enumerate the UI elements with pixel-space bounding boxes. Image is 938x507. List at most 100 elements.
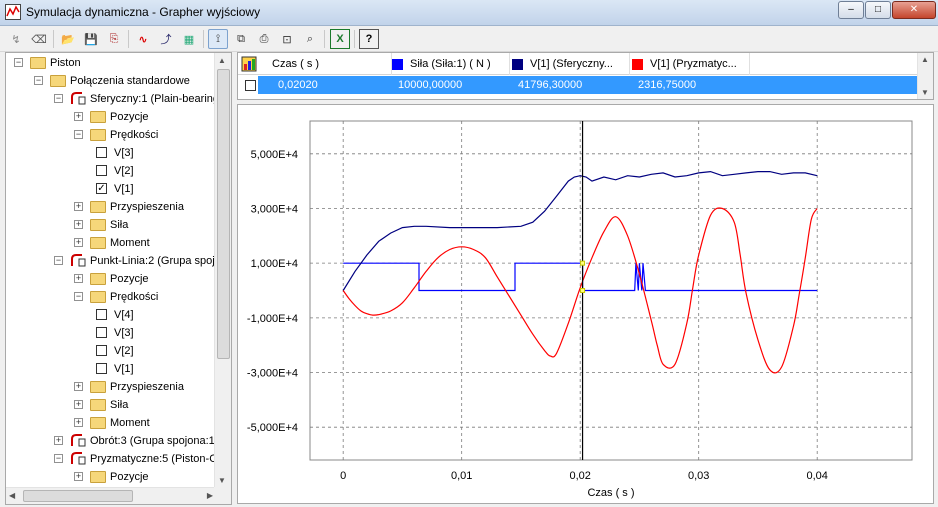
tree-check-item[interactable]: ✓ V[1] [6, 180, 214, 198]
scroll-left-icon[interactable]: ◀ [9, 491, 15, 500]
tree-hscroll-thumb[interactable] [23, 490, 133, 502]
help-icon[interactable]: ? [359, 29, 379, 49]
zoom-icon[interactable]: ⌕ [300, 29, 320, 49]
table-row[interactable]: 0,02020 10000,00000 41796,30000 2316,750… [258, 76, 918, 94]
tree-item[interactable]: + Siła [6, 216, 214, 234]
tree-item[interactable]: − Pryzmatyczne:5 (Piston-C [6, 450, 217, 468]
maximize-button[interactable]: □ [865, 1, 891, 19]
tree-item[interactable]: + Obrót:3 (Grupa spojona:1 [6, 432, 215, 450]
tree-item[interactable]: + Przyspieszenia [6, 198, 214, 216]
scroll-down-icon[interactable]: ▼ [921, 88, 929, 97]
copy-icon[interactable]: ⧉ [231, 29, 251, 49]
expand-icon[interactable]: + [74, 382, 83, 391]
tree-item[interactable]: + Moment [6, 234, 214, 252]
collapse-icon[interactable]: − [54, 454, 63, 463]
column-config-icon[interactable] [241, 56, 257, 72]
folder-icon [90, 471, 106, 483]
expand-icon[interactable]: + [74, 220, 83, 229]
tree-item[interactable]: + Siła [6, 396, 214, 414]
tree-checkbox[interactable] [96, 345, 107, 356]
tree-item[interactable]: + Przyspieszenia [6, 378, 214, 396]
tree-item[interactable]: − Sferyczny:1 (Plain-bearing [6, 90, 219, 108]
tree-checkbox[interactable] [96, 309, 107, 320]
expand-icon[interactable]: + [74, 274, 83, 283]
curve-icon[interactable]: ∿ [133, 29, 153, 49]
joint-icon [71, 434, 86, 447]
expand-icon[interactable]: + [74, 112, 83, 121]
tree-check-item[interactable]: V[4] [6, 306, 214, 324]
tree-item-label: Siła [110, 399, 129, 411]
column-header-force[interactable]: Siła (Siła:1) ( N ) [392, 53, 510, 75]
x-tick-label: 0,02 [569, 470, 590, 482]
table-vertical-scrollbar[interactable]: ▲ ▼ [917, 53, 933, 99]
minimize-button[interactable]: – [838, 1, 864, 19]
tree-checkbox[interactable] [96, 363, 107, 374]
tree-checkbox[interactable] [96, 165, 107, 176]
column-header-v1-prismatic[interactable]: V[1] (Pryzmatyc... [630, 53, 750, 75]
zoom-fit-icon[interactable]: ⊡ [277, 29, 297, 49]
tree-checkbox[interactable] [96, 147, 107, 158]
results-tree[interactable]: + Pozycje − Pryzmatyczne:5 (Piston-C + Obrót:… [5, 52, 232, 505]
eraser-icon[interactable]: ⌫ [29, 29, 49, 49]
expand-icon[interactable]: + [74, 418, 83, 427]
column-header-v1-spherical[interactable]: V[1] (Sferyczny... [510, 53, 630, 75]
tree-item[interactable]: + Moment [6, 414, 214, 432]
row-checkbox[interactable] [245, 80, 256, 91]
tree-item[interactable]: − Połączenia standardowe [6, 72, 214, 90]
excel-icon[interactable]: X [330, 29, 350, 49]
cursor-icon[interactable]: ⟟ [208, 29, 228, 49]
open-folder-icon[interactable]: 📂 [58, 29, 78, 49]
tree-item[interactable]: + Pozycje [6, 108, 214, 126]
tool-a-icon[interactable]: ↯ [6, 29, 26, 49]
close-button[interactable]: ✕ [892, 1, 936, 19]
tree-vertical-scrollbar[interactable]: ▲ ▼ [214, 53, 231, 487]
column-label: V[1] (Pryzmatyc... [650, 58, 737, 70]
collapse-icon[interactable]: − [74, 292, 83, 301]
collapse-icon[interactable]: − [34, 76, 43, 85]
collapse-icon[interactable]: − [54, 256, 63, 265]
tree-item-label: V[2] [114, 345, 134, 357]
collapse-icon[interactable]: − [54, 94, 63, 103]
expand-icon[interactable]: + [74, 202, 83, 211]
tree-check-item[interactable]: V[1] [6, 360, 214, 378]
cursor-marker [580, 260, 586, 266]
x-tick-label: 0,04 [806, 470, 827, 482]
add-curve-icon[interactable]: ⤴ [156, 29, 176, 49]
collapse-icon[interactable]: − [14, 58, 23, 67]
tree-checkbox[interactable]: ✓ [96, 183, 107, 194]
save-icon[interactable]: 💾 [81, 29, 101, 49]
tree-item[interactable]: + Pozycje [6, 270, 214, 288]
scroll-up-icon[interactable]: ▲ [218, 56, 228, 65]
tree-item[interactable]: − Prędkości [6, 288, 214, 306]
tree-item[interactable]: − Piston [6, 54, 214, 72]
chart-icon[interactable]: ▦ [179, 29, 199, 49]
scroll-down-icon[interactable]: ▼ [218, 476, 228, 485]
y-tick-label: 5,000E+4 [251, 149, 298, 161]
scroll-right-icon[interactable]: ▶ [207, 491, 213, 500]
toolbar: ↯ ⌫ 📂 💾 ⎘ ∿ ⤴ ▦ ⟟ ⧉ ⎙ ⊡ ⌕ X ? [0, 26, 938, 52]
chart-panel[interactable]: 0 0,01 0,02 0,03 0,04 5,000E+4 3,000E+4 1,000E+… [237, 104, 934, 504]
tree-check-item[interactable]: V[3] [6, 324, 214, 342]
scroll-up-icon[interactable]: ▲ [921, 55, 929, 64]
column-header-time[interactable]: Czas ( s ) [262, 53, 392, 75]
print-icon[interactable]: ⎙ [254, 29, 274, 49]
expand-icon[interactable]: + [74, 472, 83, 481]
export-icon[interactable]: ⎘ [104, 29, 124, 49]
tree-checkbox[interactable] [96, 327, 107, 338]
expand-icon[interactable]: + [54, 436, 63, 445]
folder-icon [90, 129, 106, 141]
cell-time: 0,02020 [278, 79, 318, 91]
expand-icon[interactable]: + [74, 400, 83, 409]
tree-scroll-thumb[interactable] [217, 69, 230, 359]
tree-check-item[interactable]: V[3] [6, 144, 214, 162]
tree-item[interactable]: − Punkt-Linia:2 (Grupa spojo [6, 252, 221, 270]
tree-horizontal-scrollbar[interactable]: ◀ ▶ [6, 487, 216, 504]
tree-check-item[interactable]: V[2] [6, 162, 214, 180]
tree-item[interactable]: − Prędkości [6, 126, 214, 144]
expand-icon[interactable]: + [74, 238, 83, 247]
chart-svg[interactable]: 0 0,01 0,02 0,03 0,04 5,000E+4 3,000E+4 1,000E+… [238, 105, 933, 503]
tree-check-item[interactable]: V[2] [6, 342, 214, 360]
collapse-icon[interactable]: − [74, 130, 83, 139]
title-bar[interactable]: Symulacja dynamiczna - Grapher wyjściowy… [0, 0, 938, 26]
tree-item[interactable]: + Pozycje [6, 468, 214, 486]
